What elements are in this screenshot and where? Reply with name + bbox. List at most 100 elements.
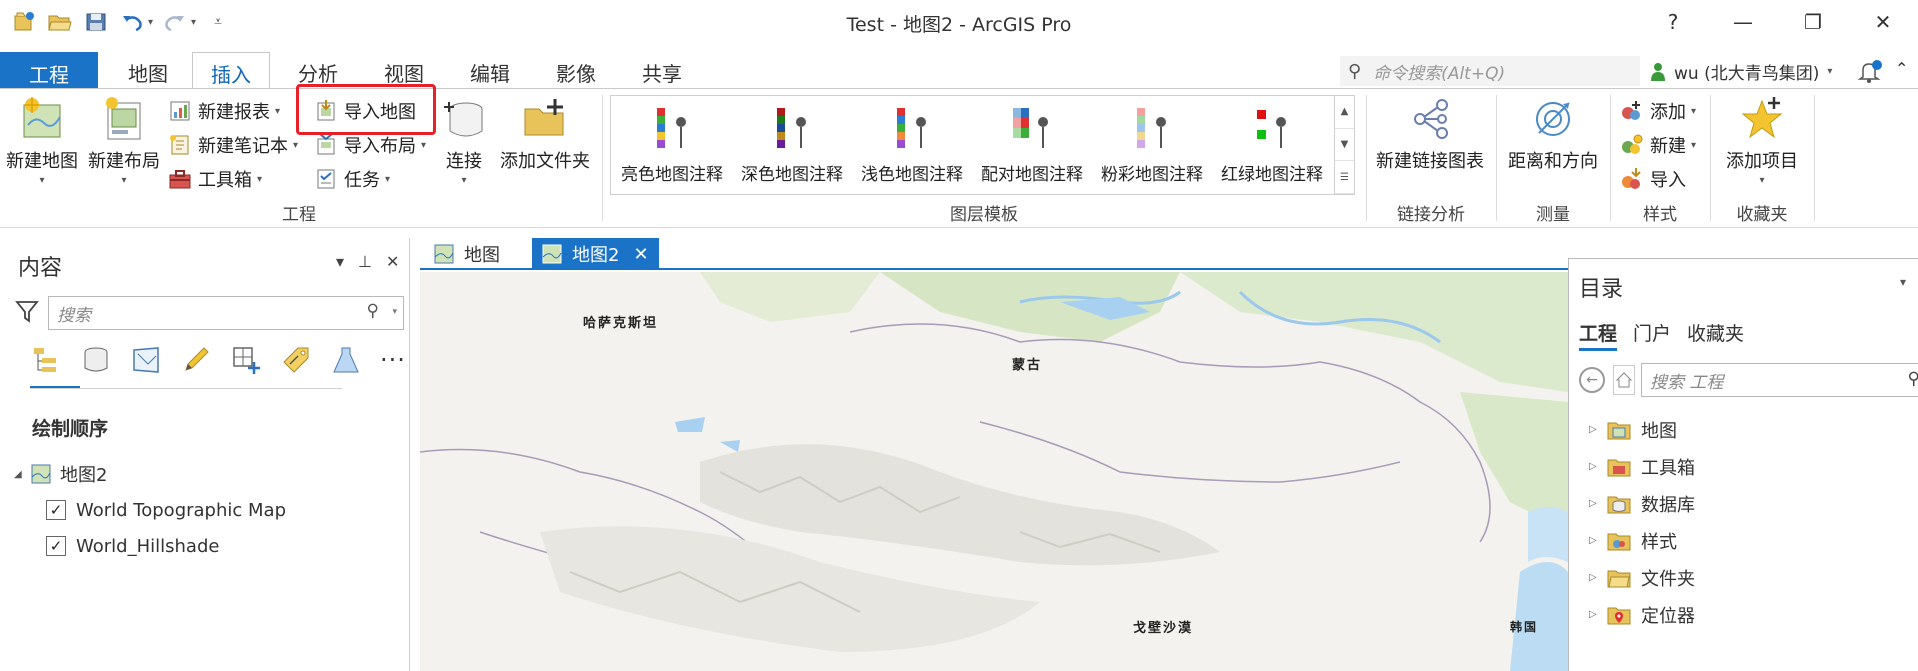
- tab-share[interactable]: 共享: [624, 52, 700, 88]
- tab-imagery[interactable]: 影像: [538, 52, 614, 88]
- new-notebook-button[interactable]: 新建笔记本 ▾: [168, 131, 298, 159]
- tab-project[interactable]: 工程: [0, 52, 98, 88]
- layer-visibility-checkbox[interactable]: ✓: [46, 500, 66, 520]
- close-tab-icon[interactable]: ✕: [633, 244, 648, 265]
- style-import-label: 导入: [1650, 170, 1686, 191]
- catalog-search-input[interactable]: 搜索 工程 ⚲: [1641, 363, 1918, 397]
- add-item-button[interactable]: 添加项目 ▾: [1726, 95, 1798, 186]
- expand-icon[interactable]: ▷: [1589, 535, 1603, 546]
- template-pale-annotation[interactable]: 浅色地图注释: [853, 104, 971, 185]
- list-by-drawing-order-icon[interactable]: [30, 344, 62, 376]
- catalog-item-maps[interactable]: ▷ 地图: [1589, 411, 1695, 448]
- gallery-expand-icon[interactable]: ☰: [1335, 161, 1354, 195]
- group-styles: 添加 ▾ 新建 ▾ 导入 样式: [1612, 89, 1708, 227]
- gallery-scroll-up-icon[interactable]: ▲: [1335, 96, 1354, 129]
- close-button[interactable]: ✕: [1848, 6, 1918, 38]
- catalog-tab-project[interactable]: 工程: [1579, 319, 1618, 351]
- catalog-item-toolboxes[interactable]: ▷ 工具箱: [1589, 448, 1695, 485]
- notebook-icon: [170, 135, 189, 155]
- map-node[interactable]: ◢ 地图2: [14, 456, 286, 492]
- template-paired-annotation[interactable]: 配对地图注释: [973, 104, 1091, 185]
- style-add-button[interactable]: 添加 ▾: [1620, 97, 1696, 125]
- home-icon[interactable]: [1613, 365, 1635, 395]
- catalog-item-folders[interactable]: ▷ 文件夹: [1589, 559, 1695, 596]
- list-by-snapping-icon[interactable]: [230, 344, 262, 376]
- map-node-label: 地图2: [60, 465, 108, 486]
- list-by-editing-icon[interactable]: [180, 344, 212, 376]
- catalog-tab-portal[interactable]: 门户: [1633, 319, 1671, 351]
- search-icon: ⚲: [1907, 369, 1918, 389]
- list-by-selection-icon[interactable]: [130, 344, 162, 376]
- back-icon[interactable]: ←: [1579, 367, 1605, 393]
- pane-menu-icon[interactable]: ▾: [336, 252, 344, 271]
- template-dark-annotation[interactable]: 深色地图注释: [733, 104, 851, 185]
- maps-folder-icon: [1607, 422, 1631, 439]
- catalog-item-styles[interactable]: ▷ 样式: [1589, 522, 1695, 559]
- group-styles-label: 样式: [1643, 205, 1677, 225]
- pin-icon[interactable]: ⊥: [358, 252, 372, 271]
- user-account[interactable]: wu (北大青鸟集团) ▾: [1650, 59, 1832, 84]
- gallery-scroll-down-icon[interactable]: ▼: [1335, 129, 1354, 162]
- template-dark-label: 深色地图注释: [741, 165, 843, 185]
- import-layout-button[interactable]: 导入布局 ▾: [314, 131, 426, 159]
- map-tab-map2[interactable]: 地图2 ✕: [532, 238, 659, 270]
- style-new-button[interactable]: 新建 ▾: [1620, 131, 1696, 159]
- new-report-button[interactable]: 新建报表 ▾: [168, 97, 280, 125]
- pane-close-icon[interactable]: ✕: [386, 252, 399, 271]
- maximize-button[interactable]: ❐: [1778, 6, 1848, 38]
- new-link-chart-button[interactable]: 新建链接图表: [1376, 95, 1484, 173]
- layer-visibility-checkbox[interactable]: ✓: [46, 536, 66, 556]
- command-search-input[interactable]: ⚲ 命令搜索(Alt+Q): [1340, 56, 1640, 86]
- distance-direction-button[interactable]: 距离和方向: [1508, 95, 1598, 173]
- group-favorites: 添加项目 ▾ 收藏夹: [1712, 89, 1812, 227]
- connect-button[interactable]: 连接 ▾: [440, 95, 488, 186]
- map-icon: [31, 464, 51, 484]
- catalog-item-locators[interactable]: ▷ 定位器: [1589, 596, 1695, 633]
- add-folder-button[interactable]: 添加文件夹: [500, 95, 590, 173]
- gallery-scrollbar[interactable]: ▲ ▼ ☰: [1334, 96, 1354, 195]
- new-map-button[interactable]: 新建地图 ▾: [6, 95, 78, 186]
- ribbon-collapse-icon[interactable]: ⌃: [1895, 59, 1908, 78]
- catalog-item-databases[interactable]: ▷ 数据库: [1589, 485, 1695, 522]
- minimize-button[interactable]: —: [1708, 6, 1778, 38]
- filter-icon[interactable]: [14, 298, 42, 326]
- expand-icon[interactable]: ▷: [1589, 461, 1603, 472]
- tab-analysis[interactable]: 分析: [280, 52, 356, 88]
- notification-icon[interactable]: [1855, 57, 1885, 87]
- expand-icon[interactable]: ▷: [1589, 498, 1603, 509]
- catalog-menu-icon[interactable]: ▾: [1900, 275, 1906, 289]
- tab-view[interactable]: 视图: [366, 52, 442, 88]
- map-tab-map[interactable]: 地图: [424, 238, 510, 270]
- tab-edit[interactable]: 编辑: [452, 52, 528, 88]
- catalog-tab-favorites[interactable]: 收藏夹: [1687, 319, 1744, 351]
- layer-row[interactable]: ✓ World_Hillshade: [14, 528, 286, 564]
- group-separator: [1610, 95, 1611, 221]
- contents-search-input[interactable]: 搜索 ⚲ ▾: [48, 296, 404, 330]
- expand-icon[interactable]: ▷: [1589, 572, 1603, 583]
- locators-folder-icon: [1607, 607, 1631, 624]
- list-by-labeling-icon[interactable]: [280, 344, 312, 376]
- template-redgreen-annotation[interactable]: 红绿地图注释: [1213, 104, 1331, 185]
- more-options-icon[interactable]: ···: [380, 346, 406, 374]
- map-view[interactable]: 哈萨克斯坦 蒙古 戈壁沙漠 韩国: [420, 272, 1568, 671]
- style-import-button[interactable]: 导入: [1620, 165, 1686, 193]
- tab-map[interactable]: 地图: [110, 52, 186, 88]
- list-by-data-source-icon[interactable]: [80, 344, 112, 376]
- new-report-dropdown-icon: ▾: [275, 105, 281, 117]
- list-by-perspective-imagery-icon[interactable]: [330, 344, 362, 376]
- expand-icon[interactable]: ▷: [1589, 609, 1603, 620]
- task-button[interactable]: 任务 ▾: [314, 165, 390, 193]
- help-button[interactable]: ?: [1638, 6, 1708, 38]
- search-options-icon[interactable]: ▾: [392, 307, 397, 317]
- user-name: wu (北大青鸟集团): [1674, 64, 1820, 84]
- toolbar-divider: [30, 388, 342, 389]
- collapse-icon[interactable]: ◢: [14, 469, 28, 480]
- tab-insert[interactable]: 插入: [192, 52, 270, 89]
- new-layout-button[interactable]: 新建布局 ▾: [88, 95, 160, 186]
- search-icon: ⚲: [366, 301, 379, 321]
- expand-icon[interactable]: ▷: [1589, 424, 1603, 435]
- template-pastel-annotation[interactable]: 粉彩地图注释: [1093, 104, 1211, 185]
- toolbox-button[interactable]: 工具箱 ▾: [168, 165, 262, 193]
- layer-row[interactable]: ✓ World Topographic Map: [14, 492, 286, 528]
- template-light-annotation[interactable]: 亮色地图注释: [613, 104, 731, 185]
